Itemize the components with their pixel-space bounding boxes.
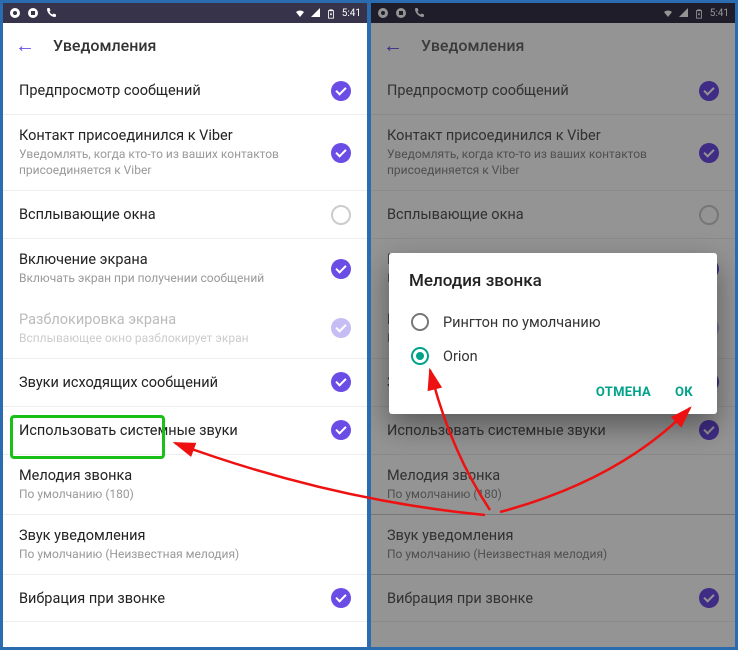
row-outgoing[interactable]: Звуки исходящих сообщений — [3, 359, 367, 407]
row-preview[interactable]: Предпросмотр сообщений — [3, 67, 367, 115]
row-subtitle: Включать экран при получении сообщений — [19, 270, 321, 286]
row-title: Вибрация при звонке — [19, 590, 321, 607]
chat-icon — [9, 7, 21, 19]
radio-option-orion[interactable]: Orion — [409, 339, 697, 373]
status-time: 5:41 — [342, 8, 361, 19]
status-bar: 5:41 — [3, 3, 367, 23]
checkbox-icon[interactable] — [331, 259, 351, 279]
row-subtitle: По умолчанию (180) — [19, 486, 341, 502]
phone-left: 5:41 ← Уведомления Предпросмотр сообщени… — [3, 3, 367, 647]
page-title: Уведомления — [53, 36, 156, 55]
radio-label: Рингтон по умолчанию — [443, 314, 601, 331]
row-screenon[interactable]: Включение экрана Включать экран при полу… — [3, 239, 367, 298]
signal-icon — [310, 7, 322, 19]
row-title: Всплывающие окна — [19, 206, 321, 223]
dialog-title: Мелодия звонка — [409, 271, 697, 291]
checkbox-icon — [331, 318, 351, 338]
row-title: Предпросмотр сообщений — [19, 82, 321, 99]
ringtone-dialog: Мелодия звонка Рингтон по умолчанию Orio… — [389, 253, 717, 414]
settings-list: Предпросмотр сообщений Контакт присоедин… — [3, 67, 367, 622]
app-bar: ← Уведомления — [3, 23, 367, 67]
radio-label: Orion — [443, 348, 478, 365]
row-unlock: Разблокировка экрана Всплывающее окно ра… — [3, 299, 367, 359]
checkbox-icon[interactable] — [331, 372, 351, 392]
row-title: Звук уведомления — [19, 527, 341, 544]
row-vibrate[interactable]: Вибрация при звонке — [3, 574, 367, 622]
row-subtitle: По умолчанию (Неизвестная мелодия) — [19, 546, 341, 562]
radio-icon[interactable] — [411, 347, 429, 365]
viber-icon — [27, 7, 39, 19]
checkbox-icon[interactable] — [331, 205, 351, 225]
ok-button[interactable]: ОК — [675, 385, 693, 400]
battery-icon — [326, 7, 338, 19]
radio-option-default[interactable]: Рингтон по умолчанию — [409, 305, 697, 339]
phone-right: 5:41 ← Уведомления Предпросмотр сообщени… — [371, 3, 735, 647]
back-icon[interactable]: ← — [15, 33, 35, 58]
row-notifsound[interactable]: Звук уведомления По умолчанию (Неизвестн… — [3, 514, 367, 574]
row-joined[interactable]: Контакт присоединился к Viber Уведомлять… — [3, 115, 367, 191]
call-icon — [45, 7, 57, 19]
cancel-button[interactable]: ОТМЕНА — [596, 385, 651, 400]
checkbox-icon[interactable] — [331, 588, 351, 608]
row-subtitle: Уведомлять, когда кто-то из ваших контак… — [19, 146, 321, 178]
row-ringtone[interactable]: Мелодия звонка По умолчанию (180) — [3, 455, 367, 514]
row-title: Использовать системные звуки — [19, 422, 321, 439]
row-title: Контакт присоединился к Viber — [19, 127, 321, 144]
row-subtitle: Всплывающее окно разблокирует экран — [19, 330, 321, 346]
radio-icon[interactable] — [411, 313, 429, 331]
checkbox-icon[interactable] — [331, 420, 351, 440]
row-system[interactable]: Использовать системные звуки — [3, 407, 367, 455]
wifi-icon — [294, 7, 306, 19]
row-title: Мелодия звонка — [19, 467, 341, 484]
checkbox-icon[interactable] — [331, 143, 351, 163]
checkbox-icon[interactable] — [331, 81, 351, 101]
row-title: Разблокировка экрана — [19, 311, 321, 328]
row-title: Включение экрана — [19, 251, 321, 268]
row-title: Звуки исходящих сообщений — [19, 374, 321, 391]
row-popup[interactable]: Всплывающие окна — [3, 191, 367, 239]
